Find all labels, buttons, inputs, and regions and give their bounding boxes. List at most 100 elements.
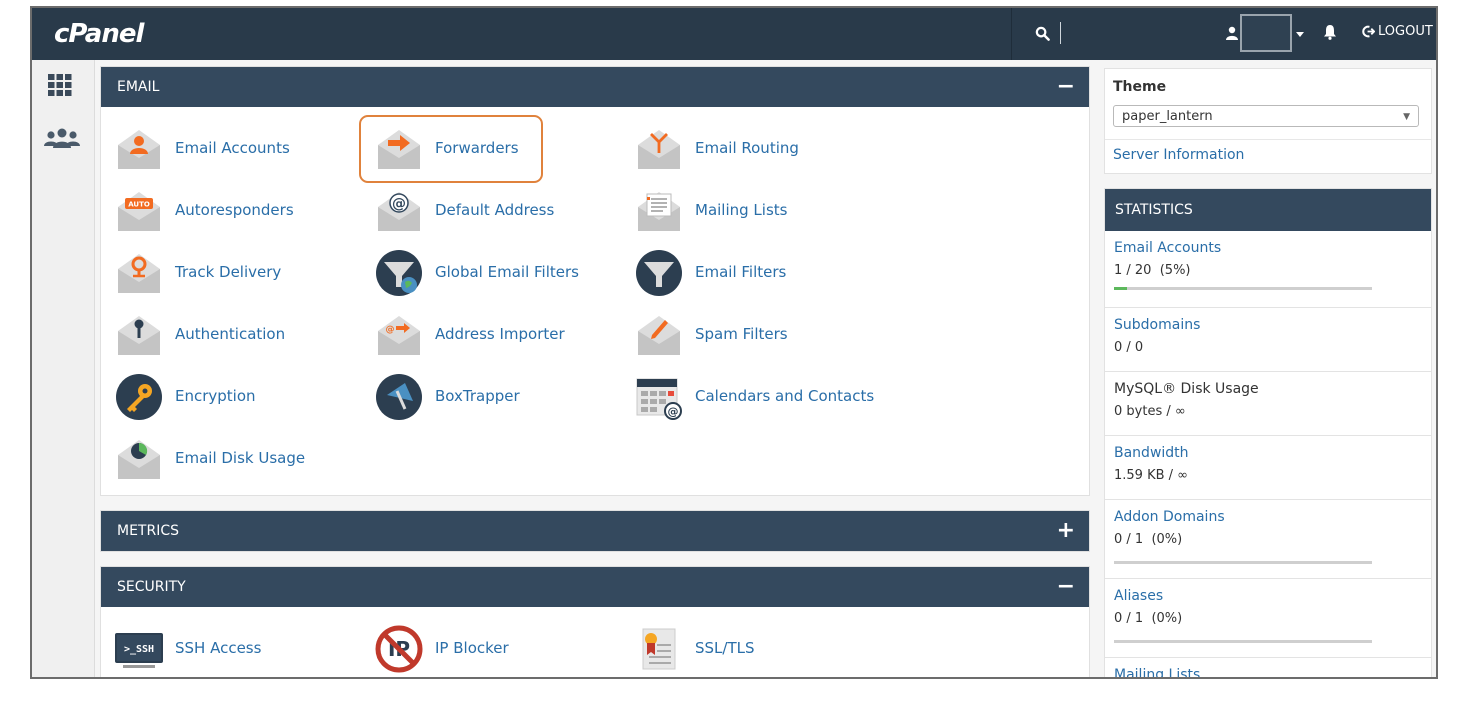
statistics-title: STATISTICS	[1105, 189, 1431, 231]
spam-filters-item[interactable]: Spam Filters	[621, 303, 871, 365]
global-filter-icon	[376, 250, 422, 296]
theme-box: Theme paper_lantern ▼ Server Information	[1104, 68, 1432, 174]
select-arrow-icon: ▼	[1403, 112, 1410, 122]
stat-name[interactable]: Subdomains	[1114, 316, 1422, 334]
item-label: Authentication	[175, 325, 286, 343]
encryption-item[interactable]: Encryption	[101, 365, 351, 427]
address-importer-icon: @	[378, 316, 420, 355]
pie-chart-icon	[118, 440, 160, 479]
ip-blocker-item[interactable]: IP IP Blocker	[361, 617, 611, 677]
global-email-filters-item[interactable]: Global Email Filters	[361, 241, 611, 303]
stat-value: 1 / 20 (5%)	[1114, 263, 1191, 278]
stat-value: 0 / 1 (0%)	[1114, 532, 1183, 547]
mailing-lists-item[interactable]: Mailing Lists	[621, 179, 871, 241]
key-icon	[118, 316, 160, 355]
item-label: Forwarders	[435, 139, 519, 157]
default-address-icon: @	[378, 192, 420, 231]
stat-name[interactable]: Mailing Lists	[1114, 666, 1422, 677]
search-box[interactable]	[1011, 8, 1172, 60]
stat-name[interactable]: Aliases	[1114, 587, 1422, 605]
stat-value: 1.59 KB / ∞	[1114, 468, 1188, 483]
security-panel-title: SECURITY	[117, 579, 186, 595]
cpanel-logo[interactable]: cPanel	[54, 19, 144, 49]
search-caret	[1060, 22, 1061, 44]
boxtrapper-item[interactable]: BoxTrapper	[361, 365, 611, 427]
stat-subdomains: Subdomains 0 / 0	[1105, 308, 1431, 372]
mailing-lists-icon	[638, 192, 680, 231]
left-rail	[32, 60, 95, 677]
progress-bar	[1114, 640, 1372, 643]
email-panel-header[interactable]: EMAIL −	[101, 67, 1089, 107]
forwarders-item[interactable]: Forwarders	[361, 117, 611, 179]
stat-aliases: Aliases 0 / 1 (0%)	[1105, 579, 1431, 658]
chevron-down-icon	[1296, 32, 1304, 37]
stat-value: 0 / 1 (0%)	[1114, 611, 1183, 626]
stat-addon-domains: Addon Domains 0 / 1 (0%)	[1105, 500, 1431, 579]
svg-text:@: @	[668, 405, 679, 418]
stat-mysql-disk-usage: MySQL® Disk Usage 0 bytes / ∞	[1105, 372, 1431, 436]
theme-title: Theme	[1113, 79, 1167, 95]
email-filters-item[interactable]: Email Filters	[621, 241, 871, 303]
bell-icon[interactable]	[1323, 24, 1337, 40]
svg-text:AUTO: AUTO	[128, 201, 150, 209]
security-panel-header[interactable]: SECURITY −	[101, 567, 1089, 607]
terminal-icon: >_SSH	[115, 633, 163, 668]
theme-select-value: paper_lantern	[1122, 109, 1213, 124]
ssh-icon-text: >_SSH	[124, 644, 154, 655]
default-address-item[interactable]: @ Default Address	[361, 179, 611, 241]
authentication-item[interactable]: Authentication	[101, 303, 351, 365]
svg-text:@: @	[386, 325, 395, 335]
collapse-toggle[interactable]: −	[1057, 67, 1075, 107]
item-label: Address Importer	[435, 325, 565, 343]
email-disk-usage-item[interactable]: Email Disk Usage	[101, 427, 351, 489]
stat-name[interactable]: Email Accounts	[1114, 239, 1422, 257]
calendars-contacts-item[interactable]: @ Calendars and Contacts	[621, 365, 874, 427]
item-label: BoxTrapper	[435, 387, 520, 405]
collapse-toggle[interactable]: −	[1057, 567, 1075, 607]
stat-name[interactable]: Addon Domains	[1114, 508, 1422, 526]
track-delivery-item[interactable]: Track Delivery	[101, 241, 351, 303]
email-panel-title: EMAIL	[117, 79, 160, 95]
users-icon[interactable]	[44, 128, 80, 148]
encryption-key-icon	[116, 374, 162, 420]
boxtrapper-icon	[376, 374, 422, 420]
grid-icon[interactable]	[48, 74, 72, 96]
item-label: SSL/TLS	[695, 639, 755, 657]
address-importer-item[interactable]: @ Address Importer	[361, 303, 611, 365]
stat-email-accounts: Email Accounts 1 / 20 (5%)	[1105, 231, 1431, 308]
statistics-panel: STATISTICS Email Accounts 1 / 20 (5%) Su…	[1104, 188, 1432, 677]
email-accounts-item[interactable]: Email Accounts	[101, 117, 351, 179]
email-panel: EMAIL − Email Accounts Forwarders Email …	[100, 66, 1090, 496]
user-icon	[1226, 26, 1238, 40]
stat-name[interactable]: Bandwidth	[1114, 444, 1422, 462]
theme-select[interactable]: paper_lantern ▼	[1113, 105, 1419, 127]
calendar-icon: @	[636, 378, 682, 420]
server-information-link[interactable]: Server Information	[1113, 147, 1244, 163]
right-sidebar: Theme paper_lantern ▼ Server Information…	[1104, 68, 1432, 677]
item-label: Autoresponders	[175, 201, 294, 219]
email-routing-icon	[638, 130, 680, 169]
search-icon	[1035, 26, 1050, 41]
stat-value: 0 / 0	[1114, 340, 1144, 355]
progress-bar	[1114, 287, 1372, 290]
metrics-panel-header[interactable]: METRICS +	[101, 511, 1089, 551]
filter-icon	[636, 250, 682, 296]
autoresponders-item[interactable]: AUTO Autoresponders	[101, 179, 351, 241]
track-delivery-icon	[118, 254, 160, 293]
stat-mailing-lists: Mailing Lists	[1105, 658, 1431, 677]
item-label: Email Filters	[695, 263, 787, 281]
email-routing-item[interactable]: Email Routing	[621, 117, 871, 179]
ssl-tls-item[interactable]: SSL/TLS	[621, 617, 871, 677]
user-menu[interactable]	[1202, 8, 1322, 60]
item-label: Encryption	[175, 387, 256, 405]
security-panel: SECURITY − >_SSH SSH Access IP IP Blocke…	[100, 566, 1090, 677]
logout-icon	[1362, 25, 1375, 38]
logout-button[interactable]: LOGOUT	[1362, 24, 1433, 39]
cpanel-window: cPanel LOGOUT EMAIL − Email Accounts For…	[30, 6, 1438, 679]
username-box[interactable]	[1240, 14, 1292, 52]
ssh-access-item[interactable]: >_SSH SSH Access	[101, 617, 351, 677]
stat-bandwidth: Bandwidth 1.59 KB / ∞	[1105, 436, 1431, 500]
item-label: Email Routing	[695, 139, 799, 157]
expand-toggle[interactable]: +	[1057, 511, 1075, 551]
stat-value: 0 bytes / ∞	[1114, 404, 1186, 419]
